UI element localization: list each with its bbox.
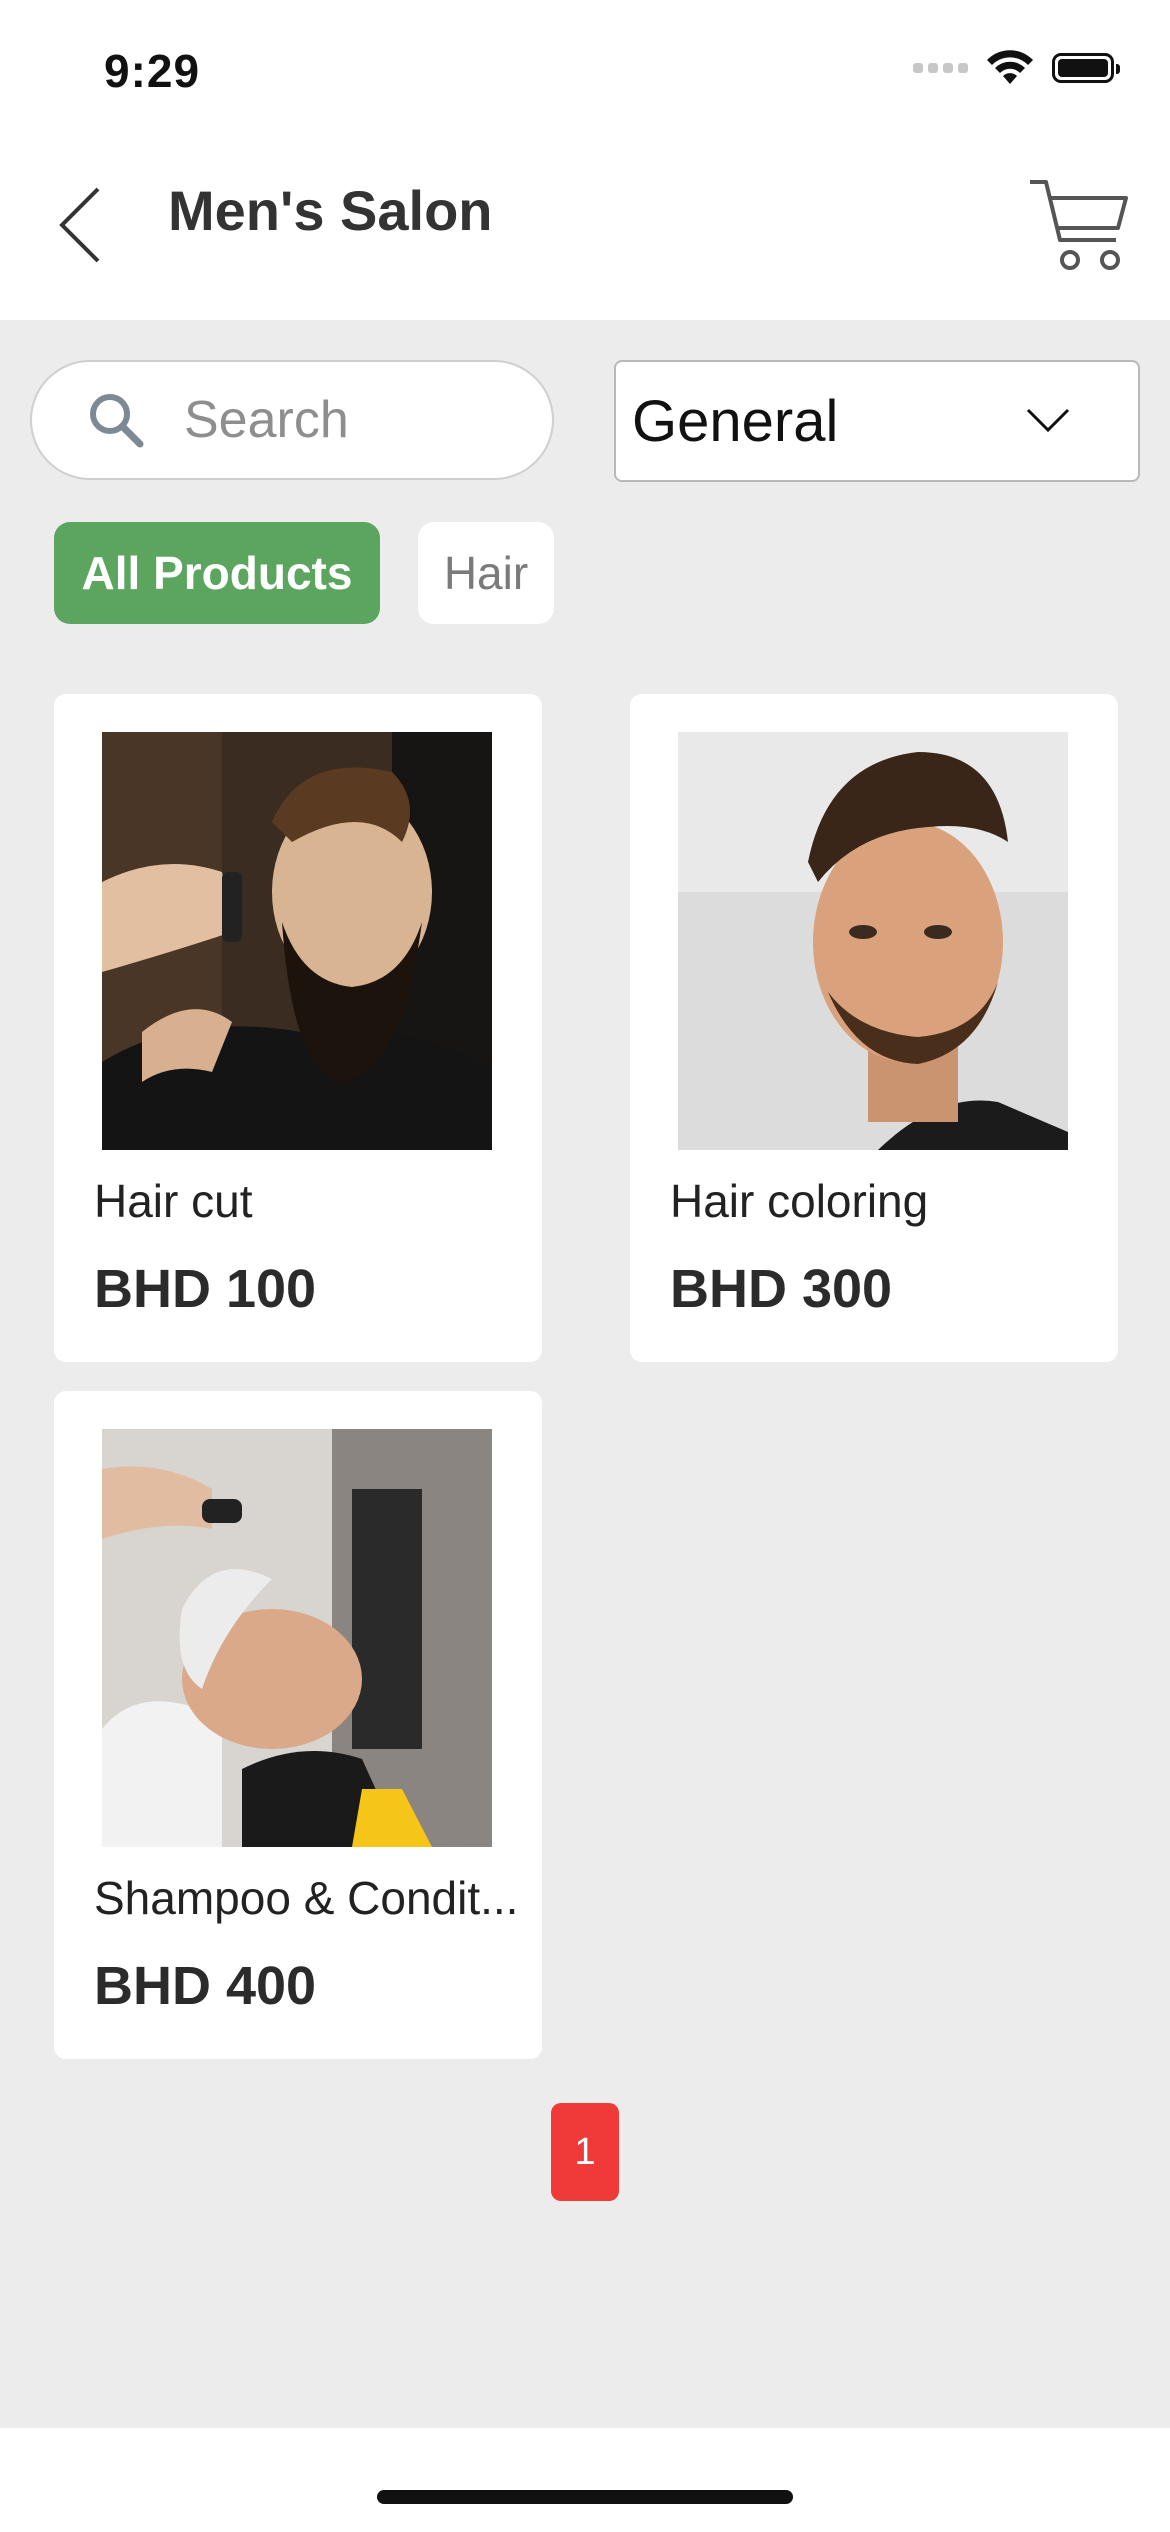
product-image bbox=[678, 732, 1068, 1150]
pagination-page-button[interactable]: 1 bbox=[551, 2103, 619, 2201]
product-price: BHD 400 bbox=[94, 1956, 317, 2016]
chevron-down-icon bbox=[1026, 408, 1070, 433]
status-time: 9:29 bbox=[104, 45, 201, 97]
product-name: Shampoo & Condit... bbox=[94, 1872, 519, 1924]
product-image bbox=[102, 732, 492, 1150]
screen: 9:29 Men's Salon Search General All Prod… bbox=[0, 0, 1170, 2532]
product-price: BHD 300 bbox=[670, 1259, 893, 1319]
cart-button[interactable] bbox=[1026, 176, 1132, 276]
product-card[interactable]: Hair cut BHD 100 bbox=[54, 694, 542, 1362]
chevron-left-icon bbox=[59, 187, 100, 263]
back-button[interactable] bbox=[50, 180, 110, 270]
search-input[interactable] bbox=[182, 389, 486, 451]
category-select-value: General bbox=[632, 388, 839, 454]
bottom-safe-area bbox=[0, 2428, 1170, 2532]
battery-icon bbox=[1052, 53, 1120, 83]
app-header: 9:29 Men's Salon bbox=[0, 0, 1170, 320]
category-select[interactable]: General bbox=[614, 360, 1140, 482]
home-indicator[interactable] bbox=[377, 2490, 793, 2504]
product-card[interactable]: Hair coloring BHD 300 bbox=[630, 694, 1118, 1362]
filter-chip-hair[interactable]: Hair bbox=[418, 522, 554, 624]
product-image bbox=[102, 1429, 492, 1847]
product-card[interactable]: Shampoo & Condit... BHD 400 bbox=[54, 1391, 542, 2059]
product-name: Hair coloring bbox=[670, 1175, 929, 1227]
wifi-icon bbox=[987, 50, 1033, 84]
page-title: Men's Salon bbox=[168, 179, 493, 242]
product-price: BHD 100 bbox=[94, 1259, 317, 1319]
search-field[interactable] bbox=[30, 360, 554, 480]
cellular-signal-icon bbox=[913, 63, 968, 73]
status-icons bbox=[913, 50, 1120, 86]
filter-chip-all-products[interactable]: All Products bbox=[54, 522, 380, 624]
product-name: Hair cut bbox=[94, 1175, 253, 1227]
search-icon bbox=[90, 394, 144, 448]
shopping-cart-icon bbox=[1030, 180, 1128, 270]
